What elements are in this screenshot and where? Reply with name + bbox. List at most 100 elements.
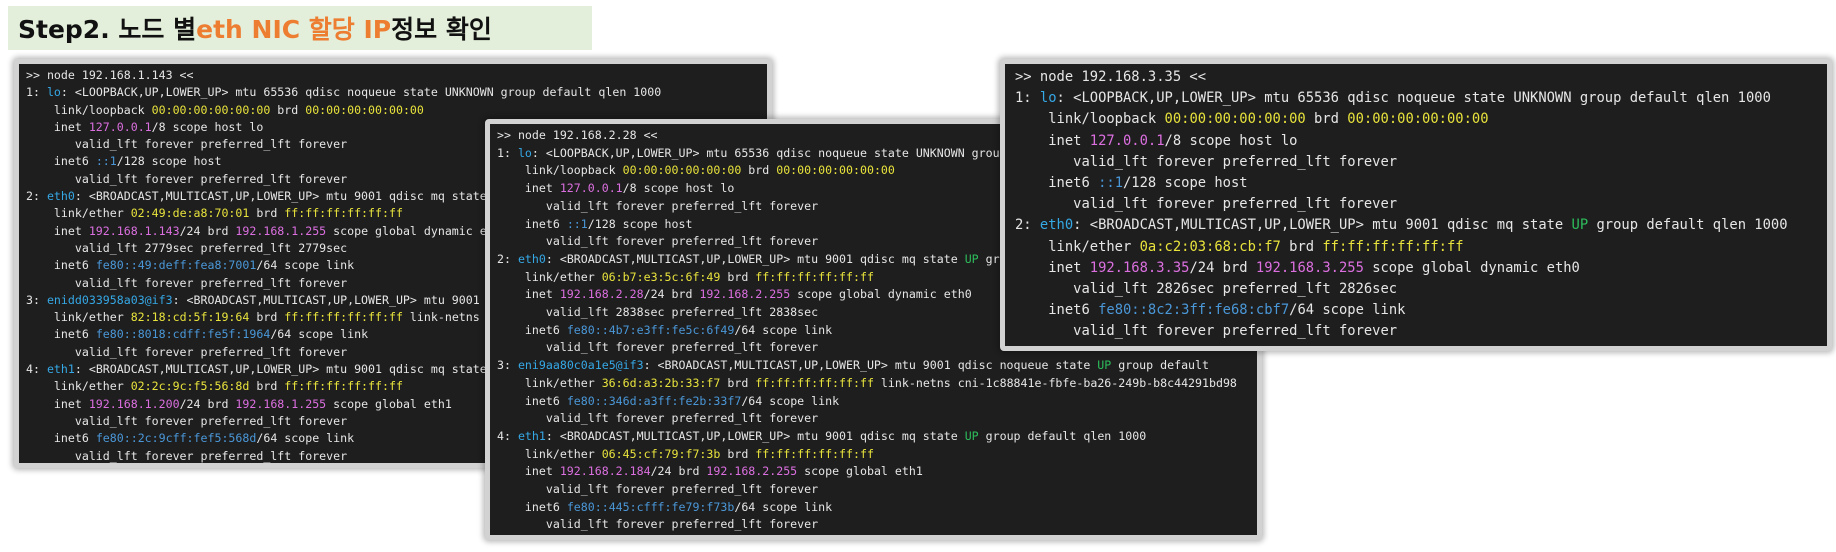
mac-address: ff:ff:ff:ff:ff:ff (755, 375, 874, 390)
output-text: inet (497, 287, 560, 302)
ip-address: 192.168.3.255 (1255, 259, 1364, 276)
output-text: scope global dynamic eth0 (326, 223, 508, 238)
output-text: /64 scope link (734, 322, 833, 337)
output-text: /24 brd (1189, 259, 1256, 276)
ipv6-address: ::1 (95, 154, 117, 169)
output-text: /64 scope link (256, 258, 355, 273)
output-text: : <LOOPBACK,UP,LOWER_UP> mtu 65536 qdisc… (60, 85, 662, 100)
terminal-output-line: inet6 fe80::445:cfff:fe79:f73b/64 scope … (497, 499, 1251, 517)
output-text: inet (26, 119, 89, 134)
output-text: : <BROADCAST,MULTICAST,UP,LOWER_UP> mtu … (1073, 217, 1572, 234)
output-text: valid_lft forever preferred_lft forever (26, 275, 348, 290)
output-text: >> node 192.168.2.28 << (497, 128, 658, 142)
mac-address: 02:2c:9c:f5:56:8d (130, 379, 250, 394)
output-text: brd (249, 206, 285, 221)
output-text: : <BROADCAST,MULTICAST,UP,LOWER_UP> mtu … (545, 428, 965, 443)
output-text: link/loopback (497, 163, 623, 178)
output-text: 3: (497, 358, 518, 373)
output-text: valid_lft forever preferred_lft forever (1015, 323, 1398, 340)
ip-address: 192.168.2.184 (559, 464, 651, 479)
interface-name: lo (517, 145, 532, 160)
mac-address: 00:00:00:00:00:00 (151, 102, 271, 117)
output-text: /128 scope host (116, 154, 222, 169)
state-up: UP (964, 428, 979, 443)
terminal-output-line: inet 192.168.2.184/24 brd 192.168.2.255 … (497, 463, 1251, 481)
output-text: link/ether (497, 375, 602, 390)
title-text-part2: 정보 확인 (391, 15, 492, 44)
state-up: UP (1571, 217, 1589, 234)
mac-address: 00:00:00:00:00:00 (776, 163, 895, 178)
mac-address: ff:ff:ff:ff:ff:ff (284, 206, 403, 221)
mac-address: 0a:c2:03:68:cb:f7 (1139, 238, 1281, 255)
terminal-output-line: link/loopback 00:00:00:00:00:00 brd 00:0… (1015, 109, 1821, 130)
page-title: Step2. 노드 별 eth NIC 할당 IP 정보 확인 (8, 6, 592, 50)
ipv6-address: fe80::8c2:3ff:fe68:cbf7 (1098, 302, 1290, 319)
mac-address: 06:b7:e3:5c:6f:49 (601, 269, 721, 284)
output-text: inet6 (1015, 302, 1099, 319)
ipv6-address: fe80::2c:9cff:fef5:568d (95, 431, 257, 446)
output-text: inet6 (497, 322, 567, 337)
output-text: link/ether (26, 206, 131, 221)
terminal-output-line: link/loopback 00:00:00:00:00:00 brd 00:0… (26, 102, 761, 119)
terminal-output-line: inet6 fe80::346d:a3ff:fe2b:33f7/64 scope… (497, 393, 1251, 411)
output-text: /64 scope link (256, 431, 355, 446)
output-text: brd (249, 379, 285, 394)
interface-name: eth1 (46, 362, 75, 377)
output-text: inet6 (26, 327, 96, 342)
mac-address: 06:45:cf:79:f7:3b (601, 446, 721, 461)
ip-address: 192.168.1.255 (235, 396, 327, 411)
ip-address: 127.0.0.1 (559, 181, 623, 196)
terminal-output-line: 3: eni9aa80c0a1e5@if3: <BROADCAST,MULTIC… (497, 357, 1251, 375)
output-text: group default qlen 1000 (978, 428, 1147, 443)
output-text: : <BROADCAST,MULTICAST,UP,LOWER_UP> mtu … (545, 251, 965, 266)
terminal-output-line: valid_lft forever preferred_lft forever (1015, 152, 1821, 173)
terminal-output-line: valid_lft forever preferred_lft forever (497, 410, 1251, 428)
ipv6-address: fe80::346d:a3ff:fe2b:33f7 (566, 393, 742, 408)
output-text: /128 scope host (587, 216, 693, 231)
interface-name: eth0 (1039, 217, 1074, 234)
output-text: brd (741, 163, 777, 178)
mac-address: ff:ff:ff:ff:ff:ff (1322, 238, 1464, 255)
output-text: /64 scope link (1289, 302, 1406, 319)
output-text: 3: (26, 292, 47, 307)
output-text: 1: (497, 145, 518, 160)
output-text: valid_lft forever preferred_lft forever (497, 517, 819, 532)
terminal-output-line: 1: lo: <LOOPBACK,UP,LOWER_UP> mtu 65536 … (1015, 88, 1821, 109)
interface-name: lo (1039, 90, 1057, 107)
ip-address: 192.168.2.255 (699, 287, 791, 302)
mac-address: 00:00:00:00:00:00 (1164, 111, 1306, 128)
terminal-output-line: valid_lft forever preferred_lft forever (1015, 194, 1821, 215)
output-text: group default qlen 1000 (1588, 217, 1788, 234)
interface-name: eth0 (46, 189, 75, 204)
interface-name: eth1 (517, 428, 546, 443)
output-text: scope global eth1 (326, 396, 452, 411)
interface-name: lo (46, 85, 61, 100)
ipv6-address: fe80::8018:cdff:fe5f:1964 (95, 327, 271, 342)
output-text: valid_lft forever preferred_lft forever (497, 234, 819, 249)
mac-address: 02:49:de:a8:70:01 (130, 206, 250, 221)
output-text: scope global dynamic eth0 (790, 287, 972, 302)
output-text: 1: (26, 85, 47, 100)
output-text: brd (1280, 238, 1323, 255)
output-text: 2: (1015, 217, 1040, 234)
output-text: valid_lft forever preferred_lft forever (1015, 196, 1398, 213)
ip-address: 127.0.0.1 (88, 119, 152, 134)
ip-address: 192.168.2.255 (706, 464, 798, 479)
terminal-output-line: valid_lft 2826sec preferred_lft 2826sec (1015, 279, 1821, 300)
output-text: brd (720, 446, 756, 461)
ipv6-address: fe80::4b7:e3ff:fe5c:6f49 (566, 322, 735, 337)
output-text: valid_lft 2826sec preferred_lft 2826sec (1015, 281, 1398, 298)
output-text: link/ether (26, 379, 131, 394)
node-header-line: >> node 192.168.3.35 << (1015, 67, 1821, 88)
terminal-output-line: 2: eth0: <BROADCAST,MULTICAST,UP,LOWER_U… (1015, 215, 1821, 236)
output-text: 2: (497, 251, 518, 266)
mac-address: 00:00:00:00:00:00 (305, 102, 424, 117)
interface-name: eth0 (517, 251, 546, 266)
output-text: link-netns cni-1c88841e-fbfe-ba26-249b-b… (873, 375, 1237, 390)
output-text: link/ether (497, 446, 602, 461)
output-text: scope global dynamic eth0 (1363, 259, 1580, 276)
ip-address: 192.168.1.143 (88, 223, 180, 238)
output-text: /24 brd (179, 223, 236, 238)
ip-address: 192.168.2.28 (559, 287, 644, 302)
interface-name: eni9aa80c0a1e5@if3 (517, 358, 644, 373)
